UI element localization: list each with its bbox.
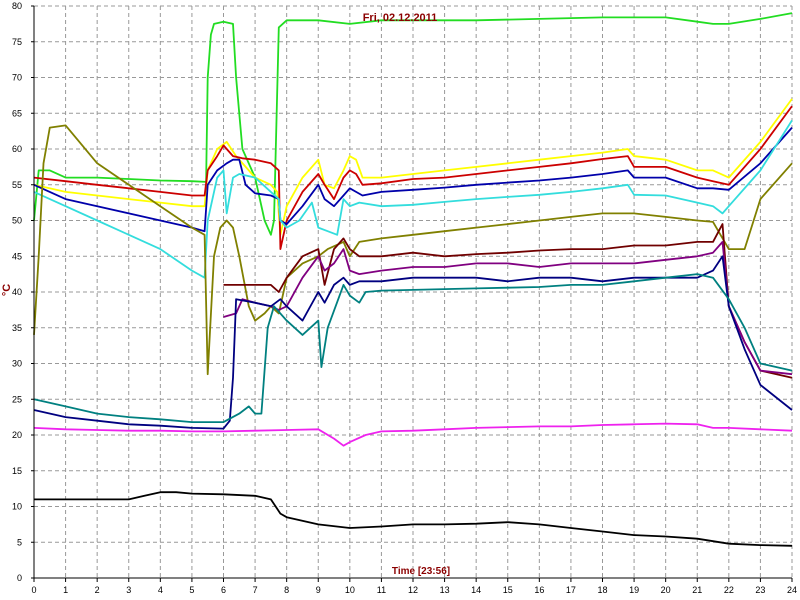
y-tick-label: 50 [12,216,22,226]
x-tick-label: 2 [95,585,100,595]
y-tick-label: 30 [12,359,22,369]
x-tick-label: 0 [31,585,36,595]
y-tick-label: 40 [12,287,22,297]
y-tick-label: 55 [12,180,22,190]
x-tick-label: 15 [503,585,513,595]
y-tick-label: 60 [12,144,22,154]
y-tick-label: 70 [12,73,22,83]
x-tick-label: 13 [440,585,450,595]
x-tick-label: 23 [755,585,765,595]
x-tick-label: 4 [158,585,163,595]
y-tick-label: 0 [17,573,22,583]
y-tick-label: 75 [12,37,22,47]
y-tick-label: 45 [12,251,22,261]
x-tick-label: 18 [597,585,607,595]
y-tick-label: 20 [12,430,22,440]
x-tick-label: 19 [629,585,639,595]
x-tick-label: 17 [566,585,576,595]
x-tick-label: 7 [253,585,258,595]
y-tick-label: 80 [12,1,22,11]
y-axis-label: °C [1,284,13,296]
y-tick-label: 15 [12,466,22,476]
x-tick-label: 5 [189,585,194,595]
x-tick-label: 20 [661,585,671,595]
y-tick-label: 25 [12,394,22,404]
x-tick-label: 1 [63,585,68,595]
x-tick-label: 14 [471,585,481,595]
x-tick-label: 9 [316,585,321,595]
y-tick-label: 35 [12,323,22,333]
x-tick-label: 22 [724,585,734,595]
x-tick-label: 21 [692,585,702,595]
x-tick-label: 24 [787,585,797,595]
x-tick-label: 3 [126,585,131,595]
x-tick-label: 8 [284,585,289,595]
x-tick-label: 12 [408,585,418,595]
plot-background [0,0,800,600]
x-tick-label: 6 [221,585,226,595]
x-axis-label: Time [23:56] [392,566,450,577]
x-tick-label: 11 [377,585,386,595]
temperature-chart: 051015202530354045505560657075800 1 2 3 4 5 6 7… [0,0,800,600]
y-tick-label: 5 [17,537,22,547]
chart-title: Fri, 02.12.2011 [363,12,438,24]
y-tick-label: 65 [12,108,22,118]
x-tick-label: 10 [345,585,355,595]
x-tick-label: 16 [534,585,544,595]
y-tick-label: 10 [12,502,22,512]
